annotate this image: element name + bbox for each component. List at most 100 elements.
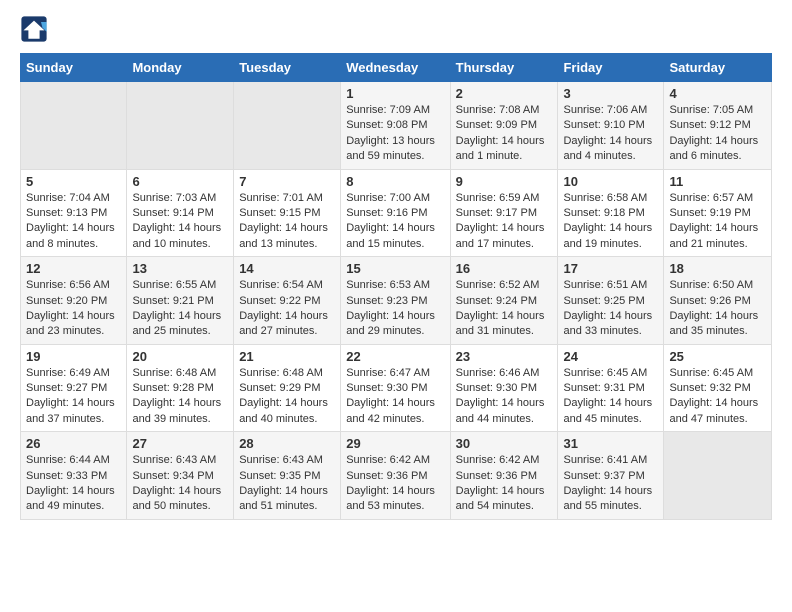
sunset-label: Sunset: 9:21 PM — [132, 295, 213, 307]
week-row-2: 5 Sunrise: 7:04 AM Sunset: 9:13 PM Dayli… — [21, 169, 772, 257]
daylight-label: Daylight: 14 hours and 1 minute. — [456, 135, 545, 162]
sunrise-label: Sunrise: 6:48 AM — [132, 367, 216, 379]
sunset-label: Sunset: 9:32 PM — [669, 382, 750, 394]
cell-content: Sunrise: 6:58 AM Sunset: 9:18 PM Dayligh… — [563, 191, 658, 253]
day-number: 4 — [669, 86, 766, 101]
calendar-cell — [127, 82, 234, 170]
sunrise-label: Sunrise: 6:47 AM — [346, 367, 430, 379]
logo-icon — [20, 15, 48, 43]
sunrise-label: Sunrise: 6:54 AM — [239, 279, 323, 291]
day-number: 14 — [239, 261, 335, 276]
calendar-cell: 15 Sunrise: 6:53 AM Sunset: 9:23 PM Dayl… — [341, 257, 450, 345]
sunrise-label: Sunrise: 6:44 AM — [26, 454, 110, 466]
day-number: 29 — [346, 436, 444, 451]
cell-content: Sunrise: 6:42 AM Sunset: 9:36 PM Dayligh… — [456, 453, 553, 515]
cell-content: Sunrise: 6:45 AM Sunset: 9:32 PM Dayligh… — [669, 366, 766, 428]
sunrise-label: Sunrise: 6:52 AM — [456, 279, 540, 291]
cell-content: Sunrise: 7:00 AM Sunset: 9:16 PM Dayligh… — [346, 191, 444, 253]
day-number: 10 — [563, 174, 658, 189]
day-number: 16 — [456, 261, 553, 276]
sunrise-label: Sunrise: 6:50 AM — [669, 279, 753, 291]
sunset-label: Sunset: 9:08 PM — [346, 119, 427, 131]
sunset-label: Sunset: 9:35 PM — [239, 470, 320, 482]
cell-content: Sunrise: 6:56 AM Sunset: 9:20 PM Dayligh… — [26, 278, 121, 340]
calendar-cell — [664, 432, 772, 520]
calendar-cell: 2 Sunrise: 7:08 AM Sunset: 9:09 PM Dayli… — [450, 82, 558, 170]
daylight-label: Daylight: 14 hours and 25 minutes. — [132, 310, 221, 337]
sunset-label: Sunset: 9:09 PM — [456, 119, 537, 131]
sunset-label: Sunset: 9:12 PM — [669, 119, 750, 131]
cell-content: Sunrise: 7:01 AM Sunset: 9:15 PM Dayligh… — [239, 191, 335, 253]
sunrise-label: Sunrise: 7:04 AM — [26, 192, 110, 204]
day-number: 24 — [563, 349, 658, 364]
cell-content: Sunrise: 6:59 AM Sunset: 9:17 PM Dayligh… — [456, 191, 553, 253]
cell-content: Sunrise: 6:43 AM Sunset: 9:35 PM Dayligh… — [239, 453, 335, 515]
col-header-tuesday: Tuesday — [234, 54, 341, 82]
daylight-label: Daylight: 14 hours and 49 minutes. — [26, 485, 115, 512]
sunrise-label: Sunrise: 6:56 AM — [26, 279, 110, 291]
sunrise-label: Sunrise: 6:59 AM — [456, 192, 540, 204]
cell-content: Sunrise: 6:51 AM Sunset: 9:25 PM Dayligh… — [563, 278, 658, 340]
cell-content: Sunrise: 6:43 AM Sunset: 9:34 PM Dayligh… — [132, 453, 228, 515]
cell-content: Sunrise: 6:48 AM Sunset: 9:29 PM Dayligh… — [239, 366, 335, 428]
sunrise-label: Sunrise: 6:51 AM — [563, 279, 647, 291]
week-row-3: 12 Sunrise: 6:56 AM Sunset: 9:20 PM Dayl… — [21, 257, 772, 345]
calendar-cell — [21, 82, 127, 170]
calendar-cell: 27 Sunrise: 6:43 AM Sunset: 9:34 PM Dayl… — [127, 432, 234, 520]
daylight-label: Daylight: 14 hours and 35 minutes. — [669, 310, 758, 337]
sunset-label: Sunset: 9:36 PM — [346, 470, 427, 482]
sunset-label: Sunset: 9:22 PM — [239, 295, 320, 307]
daylight-label: Daylight: 14 hours and 27 minutes. — [239, 310, 328, 337]
calendar-cell: 1 Sunrise: 7:09 AM Sunset: 9:08 PM Dayli… — [341, 82, 450, 170]
sunrise-label: Sunrise: 6:45 AM — [563, 367, 647, 379]
day-number: 26 — [26, 436, 121, 451]
daylight-label: Daylight: 13 hours and 59 minutes. — [346, 135, 435, 162]
daylight-label: Daylight: 14 hours and 17 minutes. — [456, 222, 545, 249]
sunset-label: Sunset: 9:29 PM — [239, 382, 320, 394]
calendar-cell: 6 Sunrise: 7:03 AM Sunset: 9:14 PM Dayli… — [127, 169, 234, 257]
daylight-label: Daylight: 14 hours and 21 minutes. — [669, 222, 758, 249]
page-header — [20, 15, 772, 43]
cell-content: Sunrise: 7:04 AM Sunset: 9:13 PM Dayligh… — [26, 191, 121, 253]
sunrise-label: Sunrise: 6:55 AM — [132, 279, 216, 291]
day-number: 19 — [26, 349, 121, 364]
daylight-label: Daylight: 14 hours and 47 minutes. — [669, 397, 758, 424]
calendar-cell: 28 Sunrise: 6:43 AM Sunset: 9:35 PM Dayl… — [234, 432, 341, 520]
sunset-label: Sunset: 9:36 PM — [456, 470, 537, 482]
sunrise-label: Sunrise: 6:42 AM — [456, 454, 540, 466]
daylight-label: Daylight: 14 hours and 6 minutes. — [669, 135, 758, 162]
sunset-label: Sunset: 9:31 PM — [563, 382, 644, 394]
day-number: 15 — [346, 261, 444, 276]
daylight-label: Daylight: 14 hours and 8 minutes. — [26, 222, 115, 249]
logo — [20, 15, 50, 43]
col-header-sunday: Sunday — [21, 54, 127, 82]
sunrise-label: Sunrise: 7:09 AM — [346, 104, 430, 116]
sunrise-label: Sunrise: 6:58 AM — [563, 192, 647, 204]
day-number: 2 — [456, 86, 553, 101]
calendar-cell: 29 Sunrise: 6:42 AM Sunset: 9:36 PM Dayl… — [341, 432, 450, 520]
calendar-table: SundayMondayTuesdayWednesdayThursdayFrid… — [20, 53, 772, 520]
calendar-cell: 23 Sunrise: 6:46 AM Sunset: 9:30 PM Dayl… — [450, 344, 558, 432]
day-number: 28 — [239, 436, 335, 451]
cell-content: Sunrise: 7:05 AM Sunset: 9:12 PM Dayligh… — [669, 103, 766, 165]
sunset-label: Sunset: 9:28 PM — [132, 382, 213, 394]
day-number: 20 — [132, 349, 228, 364]
calendar-cell: 12 Sunrise: 6:56 AM Sunset: 9:20 PM Dayl… — [21, 257, 127, 345]
sunrise-label: Sunrise: 7:01 AM — [239, 192, 323, 204]
col-header-monday: Monday — [127, 54, 234, 82]
calendar-cell: 5 Sunrise: 7:04 AM Sunset: 9:13 PM Dayli… — [21, 169, 127, 257]
daylight-label: Daylight: 14 hours and 50 minutes. — [132, 485, 221, 512]
daylight-label: Daylight: 14 hours and 15 minutes. — [346, 222, 435, 249]
sunset-label: Sunset: 9:25 PM — [563, 295, 644, 307]
sunrise-label: Sunrise: 6:41 AM — [563, 454, 647, 466]
daylight-label: Daylight: 14 hours and 37 minutes. — [26, 397, 115, 424]
sunset-label: Sunset: 9:20 PM — [26, 295, 107, 307]
sunrise-label: Sunrise: 7:05 AM — [669, 104, 753, 116]
daylight-label: Daylight: 14 hours and 44 minutes. — [456, 397, 545, 424]
calendar-cell: 21 Sunrise: 6:48 AM Sunset: 9:29 PM Dayl… — [234, 344, 341, 432]
week-row-5: 26 Sunrise: 6:44 AM Sunset: 9:33 PM Dayl… — [21, 432, 772, 520]
calendar-cell: 20 Sunrise: 6:48 AM Sunset: 9:28 PM Dayl… — [127, 344, 234, 432]
cell-content: Sunrise: 6:44 AM Sunset: 9:33 PM Dayligh… — [26, 453, 121, 515]
sunrise-label: Sunrise: 6:43 AM — [239, 454, 323, 466]
header-row: SundayMondayTuesdayWednesdayThursdayFrid… — [21, 54, 772, 82]
